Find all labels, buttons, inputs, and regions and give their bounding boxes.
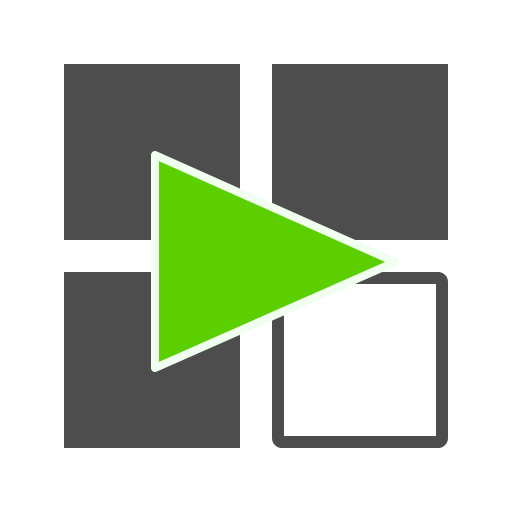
icon-canvas: [0, 0, 512, 512]
tile-top-right: [272, 64, 448, 240]
grid-play-icon: [64, 64, 448, 448]
